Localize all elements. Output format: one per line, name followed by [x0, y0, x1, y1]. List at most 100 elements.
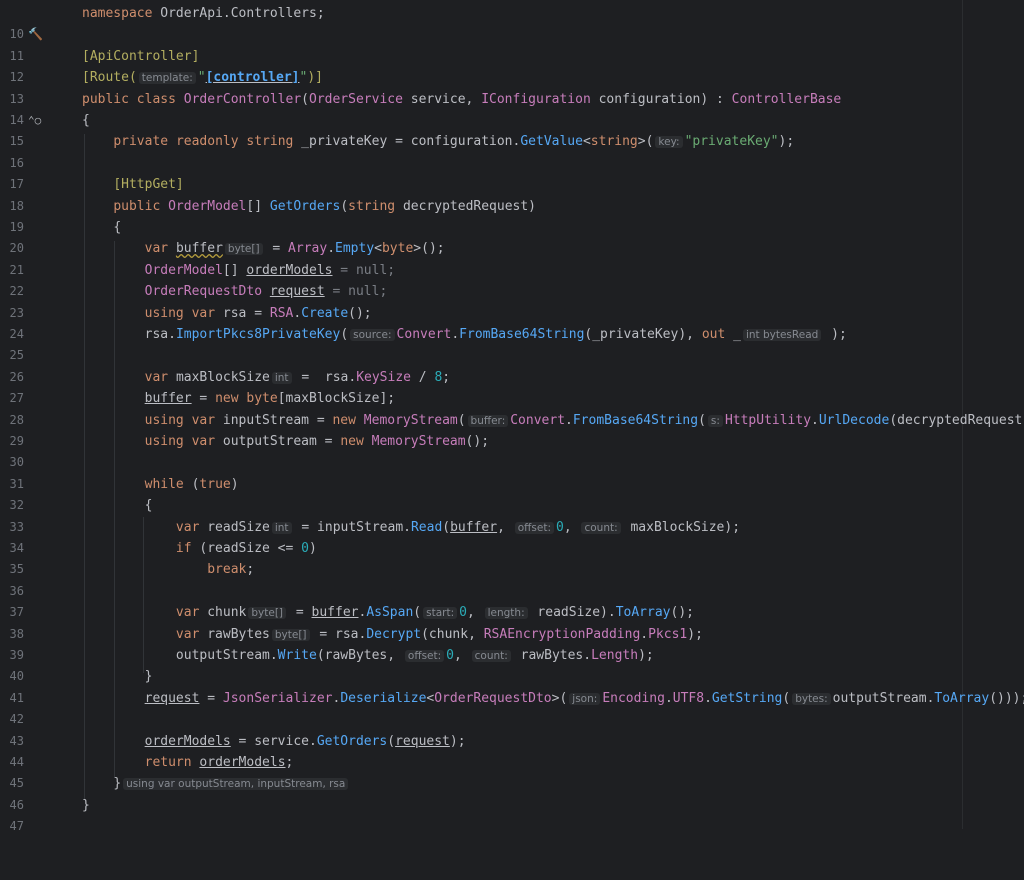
parameter-hint: offset:: [404, 650, 445, 662]
code-token: IConfiguration: [481, 91, 591, 107]
code-text[interactable]: }: [82, 795, 90, 816]
code-line[interactable]: 16 private readonly string _privateKey =…: [0, 131, 1024, 169]
code-token: =: [316, 434, 341, 449]
code-text[interactable]: public class OrderController(OrderServic…: [82, 89, 841, 110]
code-text[interactable]: var maxBlockSize int = rsa.KeySize / 8;: [82, 367, 451, 389]
code-text[interactable]: public OrderModel[] GetOrders(string dec…: [82, 196, 536, 217]
code-text[interactable]: if (readSize <= 0): [82, 538, 317, 559]
code-line[interactable]: 21 var buffer byte[] = Array.Empty<byte>(…: [0, 238, 1024, 276]
code-token: {: [82, 113, 90, 128]
code-line[interactable]: 45 return orderModels;: [0, 752, 1024, 790]
code-line[interactable]: 31: [0, 452, 1024, 491]
code-line[interactable]: 10 🔨 namespace OrderApi.Controllers;: [0, 3, 1024, 41]
code-text[interactable]: OrderModel[] orderModels = null;: [82, 260, 395, 281]
code-line[interactable]: 13 [Route(template: "[controller]")]: [0, 67, 1024, 105]
code-line[interactable]: 22 OrderModel[] orderModels = null;: [0, 260, 1024, 298]
code-line[interactable]: 19 public OrderModel[] GetOrders(string …: [0, 196, 1024, 234]
code-text[interactable]: OrderRequestDto request = null;: [82, 281, 388, 302]
code-token: orderModels: [199, 755, 286, 770]
code-text[interactable]: using var rsa = RSA.Create();: [82, 303, 372, 324]
code-text[interactable]: break;: [82, 559, 254, 580]
code-token: out: [701, 327, 726, 342]
code-line[interactable]: 29 using var inputStream = new MemoryStr…: [0, 410, 1024, 448]
code-line[interactable]: 30 using var outputStream = new MemorySt…: [0, 431, 1024, 469]
code-line[interactable]: 15 {: [0, 110, 1024, 148]
code-token: {: [144, 498, 153, 514]
code-token: chunk: [207, 605, 247, 621]
code-text[interactable]: var chunk byte[] = buffer.AsSpan(start: 0,…: [82, 602, 694, 624]
code-line[interactable]: 43: [0, 709, 1024, 748]
code-line[interactable]: 18 [HttpGet]: [0, 174, 1024, 212]
code-text[interactable]: var buffer byte[] = Array.Empty<byte>();: [82, 238, 445, 260]
line-number: 47: [9, 819, 24, 834]
code-text[interactable]: }: [82, 666, 153, 687]
code-line[interactable]: 36 break;: [0, 559, 1024, 597]
code-text[interactable]: } using var outputStream, inputStream, rs…: [82, 773, 350, 795]
code-token: Pkcs1: [648, 626, 688, 642]
code-text[interactable]: orderModels = service.GetOrders(request)…: [82, 731, 466, 752]
code-line[interactable]: 35 if (readSize <= 0): [0, 538, 1024, 576]
code-text[interactable]: {: [82, 217, 121, 238]
code-token: ;: [246, 562, 255, 578]
code-token: rsa: [222, 305, 247, 321]
code-text[interactable]: using var outputStream = new MemoryStrea…: [82, 431, 489, 452]
code-token: 0: [301, 541, 309, 556]
parameter-hint: template:: [138, 72, 196, 85]
code-text[interactable]: {: [82, 495, 153, 516]
code-line[interactable]: 41 }: [0, 666, 1024, 704]
code-line[interactable]: 24 using var rsa = RSA.Create();: [0, 303, 1024, 341]
code-line[interactable]: 23 OrderRequestDto request = null;: [0, 281, 1024, 319]
code-token: (_privateKey),: [584, 327, 702, 342]
code-line[interactable]: 44 orderModels = service.GetOrders(reque…: [0, 731, 1024, 769]
code-text[interactable]: [Route(template: "[controller]")]: [82, 67, 323, 89]
code-text[interactable]: private readonly string _privateKey = co…: [82, 131, 794, 153]
code-text[interactable]: var readSize int = inputStream.Read(buffe…: [82, 517, 740, 539]
code-token: [maxBlockSize];: [277, 391, 396, 407]
code-token: rsa: [144, 327, 169, 342]
code-line[interactable]: 39 var rawBytes byte[] = rsa.Decrypt(chun…: [0, 624, 1024, 662]
code-text[interactable]: request = JsonSerializer.Deserialize<Ord…: [82, 688, 1024, 710]
code-text[interactable]: [HttpGet]: [82, 174, 183, 195]
code-line[interactable]: 25 rsa.ImportPkcs8PrivateKey(source: Conv…: [0, 324, 1024, 362]
code-token: orderModels: [144, 733, 231, 749]
code-token: _privateKey = configuration.: [293, 134, 521, 150]
code-line[interactable]: 34 var readSize int = inputStream.Read(bu…: [0, 517, 1024, 555]
code-line[interactable]: 33 {: [0, 495, 1024, 533]
code-text[interactable]: rsa.ImportPkcs8PrivateKey(source: Convert…: [82, 324, 847, 346]
code-token: RSAEncryptionPadding: [483, 626, 641, 642]
code-token: maxBlockSize: [175, 369, 270, 385]
code-text[interactable]: using var inputStream = new MemoryStream…: [82, 410, 1024, 432]
code-line[interactable]: 46 } using var outputStream, inputStream,…: [0, 773, 1024, 812]
code-line[interactable]: 37: [0, 581, 1024, 619]
code-line[interactable]: 38 var chunk byte[] = buffer.AsSpan(start…: [0, 602, 1024, 640]
code-token: ();: [348, 305, 372, 321]
code-line[interactable]: 14 ⌃○ public class OrderController(OrderS…: [0, 89, 1024, 127]
code-token: buffer: [144, 391, 192, 407]
code-editor[interactable]: 10 🔨 namespace OrderApi.Controllers; 11 1…: [0, 0, 1024, 833]
code-line[interactable]: 32 while (true): [0, 474, 1024, 512]
code-token: while: [144, 476, 184, 492]
code-token: ControllerBase: [731, 91, 842, 107]
code-token: KeySize: [356, 369, 411, 385]
code-token: buffer: [311, 605, 359, 621]
code-token: (decryptedRequest)));: [889, 412, 1024, 428]
code-line[interactable]: 40 outputStream.Write(rawBytes, offset: 0…: [0, 645, 1024, 683]
code-text[interactable]: var rawBytes byte[] = rsa.Decrypt(chunk, …: [82, 624, 703, 646]
code-text[interactable]: while (true): [82, 474, 239, 495]
code-text[interactable]: [ApiController]: [82, 46, 199, 67]
code-token: =: [264, 241, 289, 257]
code-line[interactable]: 27 var maxBlockSize int = rsa.KeySize / 8…: [0, 367, 1024, 405]
code-line[interactable]: 47 }: [0, 795, 1024, 833]
code-text[interactable]: {: [82, 110, 90, 131]
code-line[interactable]: 42 request = JsonSerializer.Deserialize<…: [0, 688, 1024, 726]
code-text[interactable]: namespace OrderApi.Controllers;: [82, 3, 325, 24]
code-line[interactable]: 11: [0, 24, 1024, 63]
code-text[interactable]: buffer = new byte[maxBlockSize];: [82, 388, 395, 409]
code-line[interactable]: 28 buffer = new byte[maxBlockSize];: [0, 388, 1024, 426]
code-text[interactable]: return orderModels;: [82, 752, 294, 773]
code-line[interactable]: 20 {: [0, 217, 1024, 255]
code-line[interactable]: 26: [0, 345, 1024, 384]
code-line[interactable]: 17: [0, 153, 1024, 191]
code-text[interactable]: outputStream.Write(rawBytes, offset: 0, c…: [82, 645, 654, 667]
code-line[interactable]: 12 [ApiController]: [0, 46, 1024, 84]
